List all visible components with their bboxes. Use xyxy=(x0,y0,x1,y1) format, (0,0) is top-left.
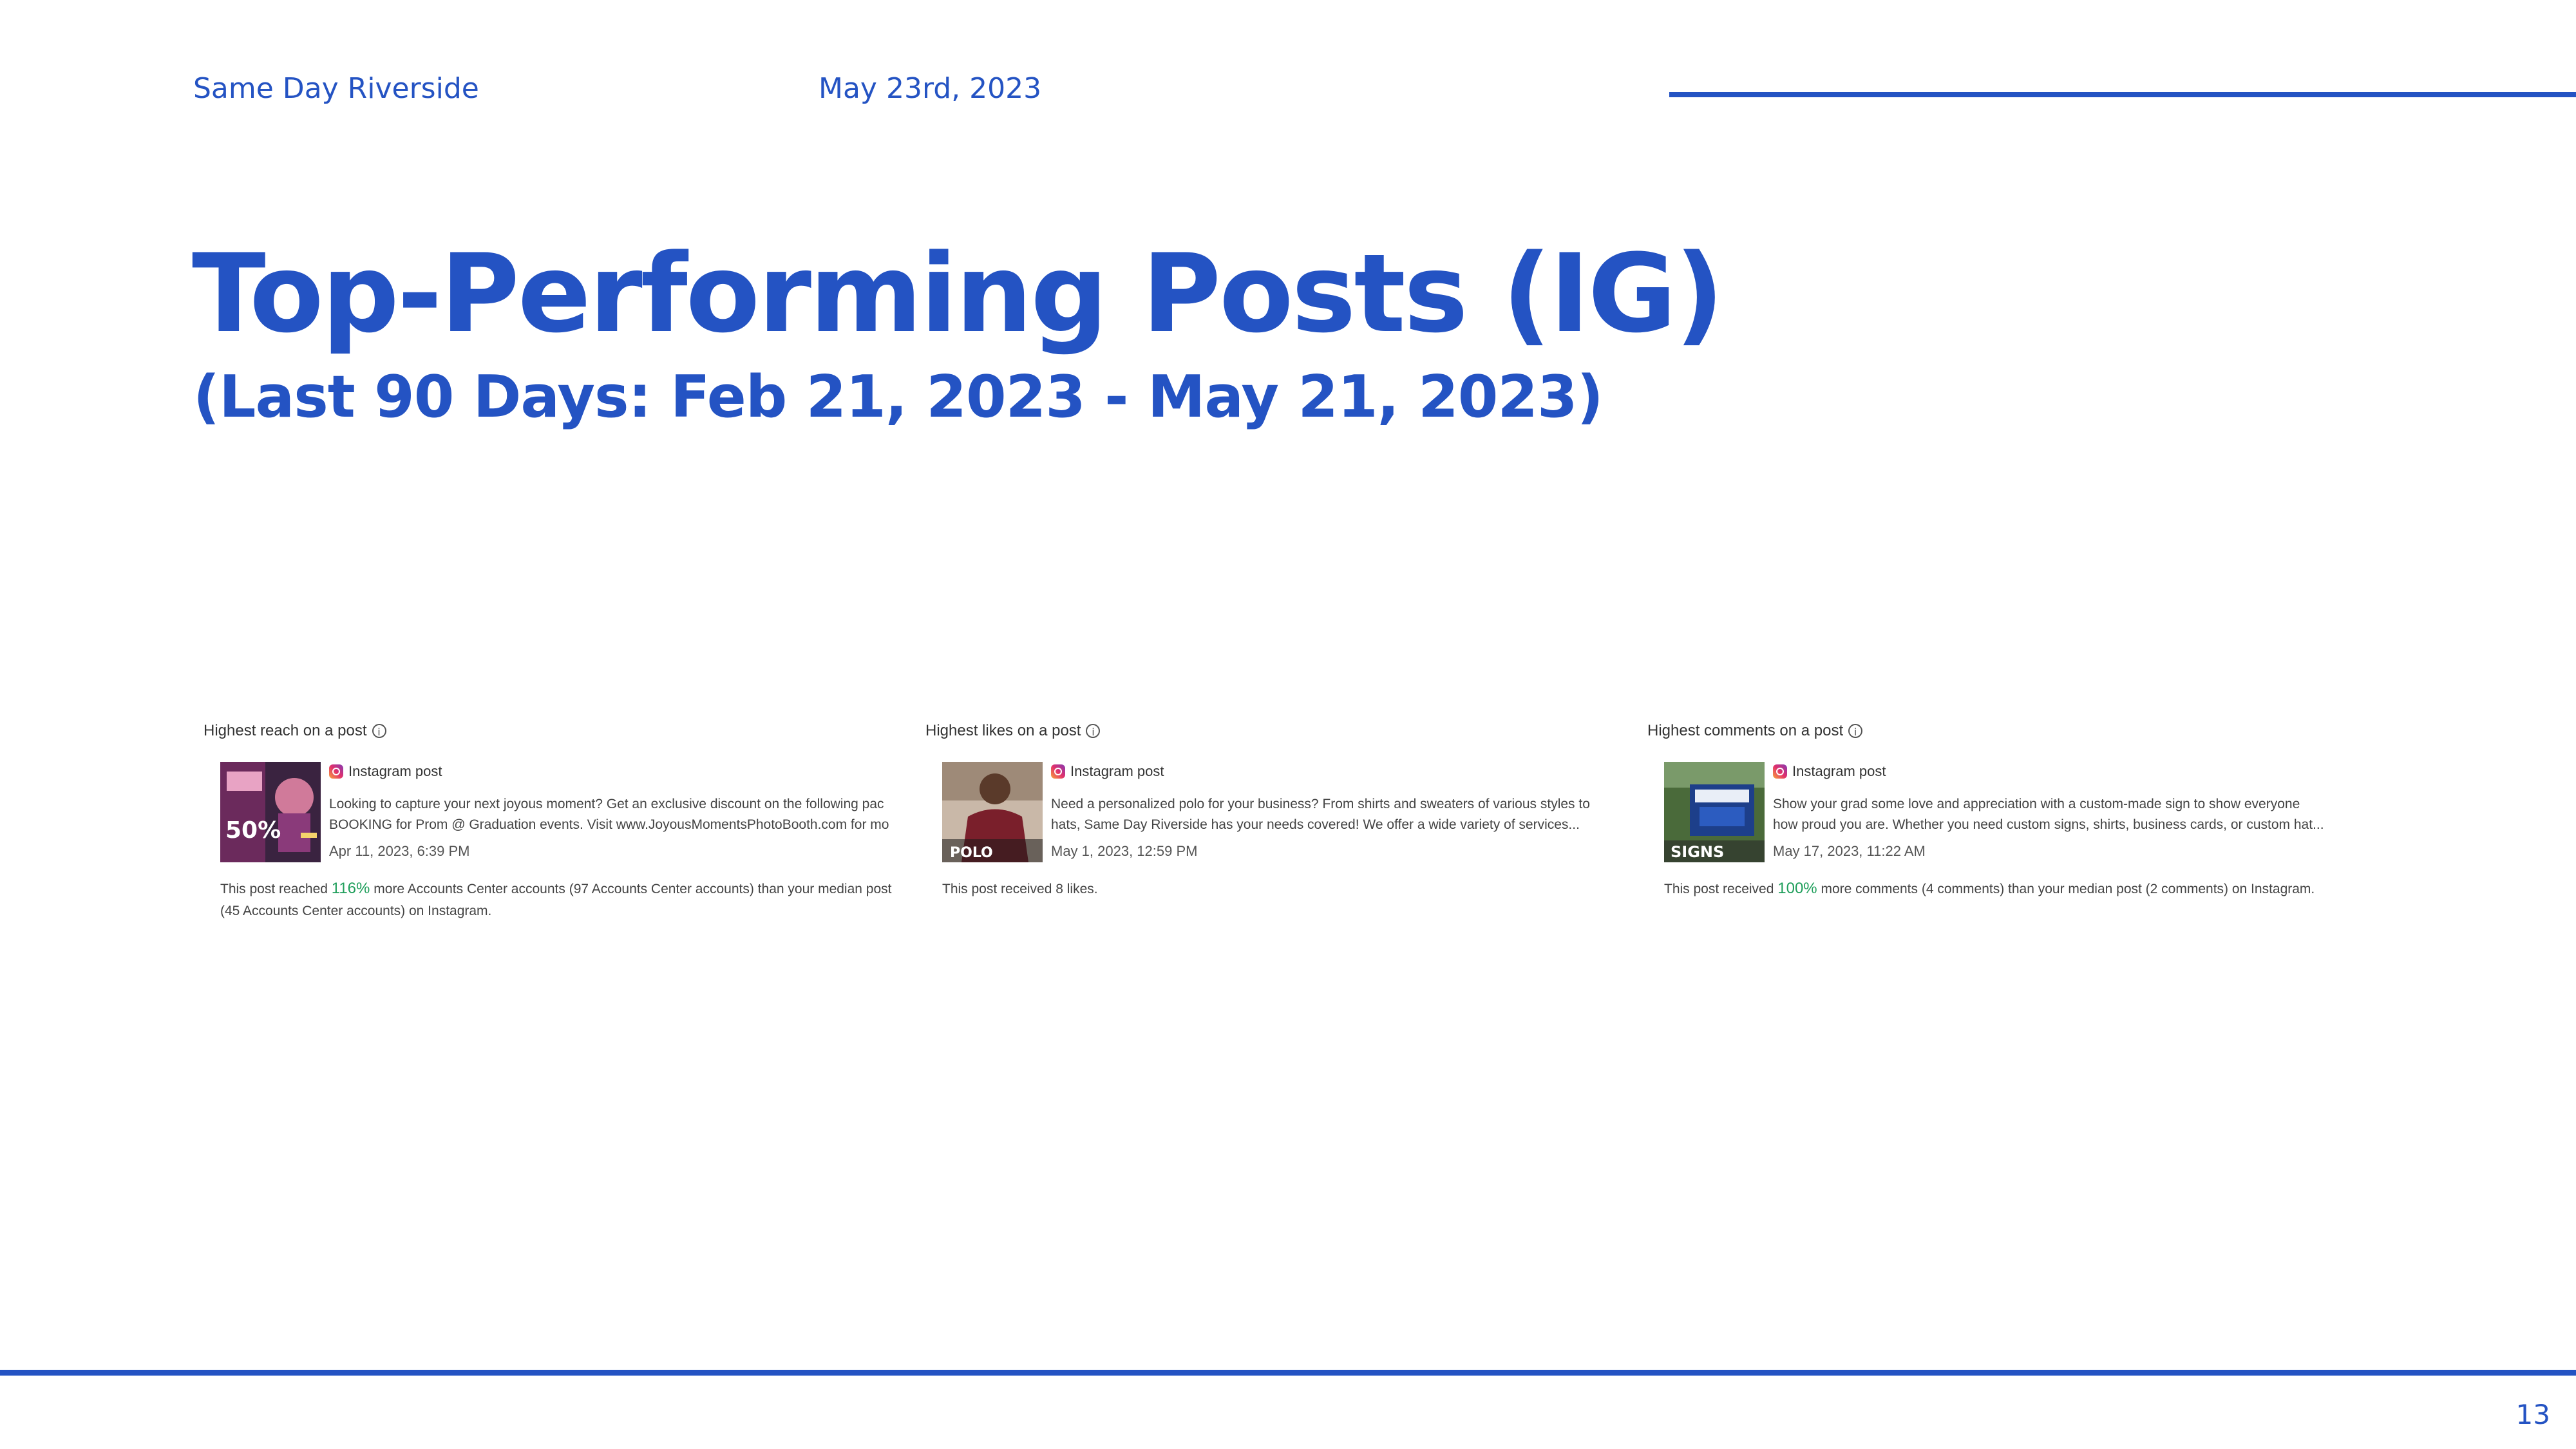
post-text-line: hats, Same Day Riverside has your needs … xyxy=(1051,817,1580,832)
page-number: 13 xyxy=(2515,1399,2550,1430)
post-thumbnail-image: POLO xyxy=(942,762,1043,862)
report-date: May 23rd, 2023 xyxy=(819,72,1042,105)
summary-text: This post reached xyxy=(220,882,332,896)
header-divider xyxy=(1669,92,2576,97)
panel-heading: Highest comments on a post i xyxy=(1647,722,1863,740)
post-text[interactable]: Need a personalized polo for your busine… xyxy=(1051,794,1631,835)
company-name: Same Day Riverside xyxy=(193,72,479,105)
highest-comments-panel: Highest comments on a post i SIGNS Insta… xyxy=(1647,718,2356,937)
post-text-line: Show your grad some love and appreciatio… xyxy=(1773,797,2300,811)
info-icon[interactable]: i xyxy=(1848,724,1863,738)
post-timestamp: May 17, 2023, 11:22 AM xyxy=(1773,843,1926,859)
summary-text: more comments (4 comments) than your med… xyxy=(1817,882,2315,896)
post-text[interactable]: Looking to capture your next joyous mome… xyxy=(329,794,909,835)
post-summary: This post received 8 likes. xyxy=(942,878,1625,900)
highest-likes-panel: Highest likes on a post i POLO Instagram… xyxy=(925,718,1634,937)
post-type-label: Instagram post xyxy=(1792,763,1886,779)
post-thumbnail-image: SIGNS xyxy=(1664,762,1765,862)
highlight-percent: 116% xyxy=(331,880,370,897)
highest-reach-panel: Highest reach on a post i 50% Instagram … xyxy=(204,718,912,937)
post-thumbnail[interactable]: SIGNS xyxy=(1664,762,1765,862)
summary-text: This post received xyxy=(1664,882,1778,896)
instagram-icon xyxy=(1773,764,1787,779)
post-timestamp: May 1, 2023, 12:59 PM xyxy=(1051,843,1198,859)
post-thumbnail[interactable]: POLO xyxy=(942,762,1043,862)
post-type-label: Instagram post xyxy=(348,763,442,779)
page-subtitle: (Last 90 Days: Feb 21, 2023 - May 21, 20… xyxy=(193,363,1604,431)
post-type-label: Instagram post xyxy=(1070,763,1164,779)
thumbnail-text: 50% xyxy=(225,817,281,844)
post-text-line: BOOKING for Prom @ Graduation events. Vi… xyxy=(329,817,889,832)
thumbnail-text: POLO xyxy=(950,845,993,861)
instagram-icon xyxy=(329,764,343,779)
panel-heading-label: Highest likes on a post xyxy=(925,722,1081,739)
post-summary: This post received 100% more comments (4… xyxy=(1664,878,2347,900)
panel-heading: Highest likes on a post i xyxy=(925,722,1101,740)
panel-heading-label: Highest comments on a post xyxy=(1647,722,1844,739)
post-text-line: Looking to capture your next joyous mome… xyxy=(329,797,884,811)
summary-text: This post received 8 likes. xyxy=(942,882,1098,896)
instagram-icon xyxy=(1051,764,1065,779)
info-icon[interactable]: i xyxy=(1086,724,1101,738)
post-text[interactable]: Show your grad some love and appreciatio… xyxy=(1773,794,2353,835)
post-timestamp: Apr 11, 2023, 6:39 PM xyxy=(329,843,470,859)
post-text-line: how proud you are. Whether you need cust… xyxy=(1773,817,2324,832)
post-summary: This post reached 116% more Accounts Cen… xyxy=(220,878,903,922)
info-icon[interactable]: i xyxy=(372,724,386,738)
post-text-line: Need a personalized polo for your busine… xyxy=(1051,797,1590,811)
panel-heading-label: Highest reach on a post xyxy=(204,722,367,739)
panel-heading: Highest reach on a post i xyxy=(204,722,386,740)
post-thumbnail-image: 50% xyxy=(220,762,321,862)
highlight-percent: 100% xyxy=(1777,880,1817,897)
post-thumbnail[interactable]: 50% xyxy=(220,762,321,862)
footer-divider xyxy=(0,1370,2576,1376)
page-title: Top-Performing Posts (IG) xyxy=(192,231,1724,357)
thumbnail-text: SIGNS xyxy=(1671,843,1724,861)
